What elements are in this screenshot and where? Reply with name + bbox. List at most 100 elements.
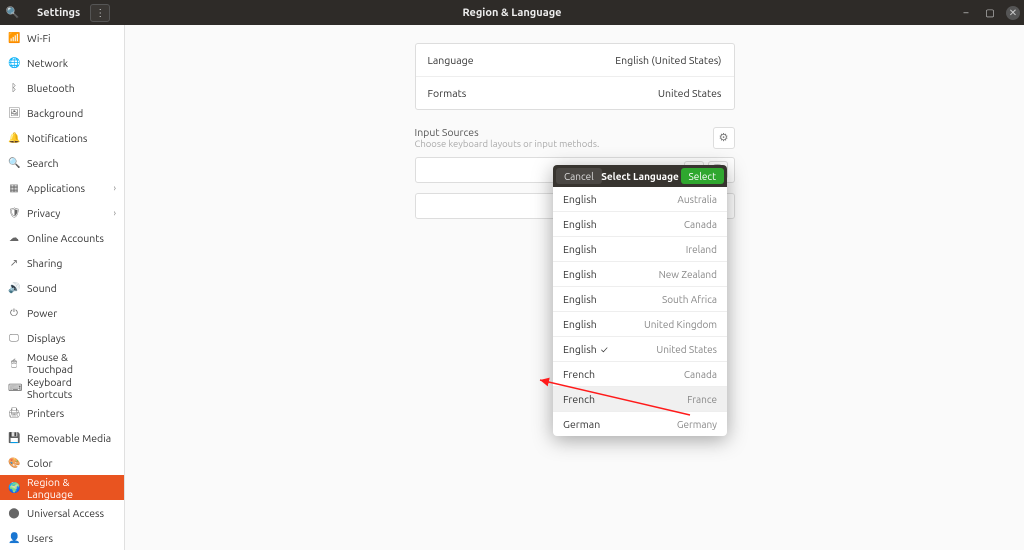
sidebar-item-label: Printers [27, 407, 64, 419]
sidebar-item-network[interactable]: 🌐 Network [0, 50, 124, 75]
app-title: Settings [37, 7, 80, 19]
language-row-french-canada[interactable]: French Canada [553, 362, 727, 387]
check-icon: ✓ [601, 344, 608, 355]
language-region: Germany [677, 419, 717, 430]
sidebar-item-applications[interactable]: ▦Applications› [0, 175, 124, 200]
sidebar-item-power[interactable]: ⏻Power [0, 300, 124, 325]
sidebar-item-notifications[interactable]: 🔔Notifications [0, 125, 124, 150]
language-region: Australia [677, 194, 717, 205]
sidebar-item-users[interactable]: 👤Users [0, 525, 124, 550]
sidebar-icon: 🌐 [8, 57, 20, 69]
sidebar-item-label: Color [27, 457, 52, 469]
sidebar-item-label: Mouse & Touchpad [27, 351, 116, 375]
sidebar-icon: 💾 [8, 432, 20, 444]
dialog-title: Select Language [553, 171, 727, 182]
language-row-english-united-kingdom[interactable]: English United Kingdom [553, 312, 727, 337]
close-button[interactable]: ✕ [1006, 6, 1020, 20]
sidebar-item-label: Removable Media [27, 432, 111, 444]
sidebar-item-label: Keyboard Shortcuts [27, 376, 116, 400]
language-name: English [563, 243, 597, 255]
sidebar-item-label: Network [27, 57, 68, 69]
sidebar-item-color[interactable]: 🎨 Color [0, 450, 124, 475]
sidebar-item-privacy[interactable]: 🛡Privacy› [0, 200, 124, 225]
language-name: French [563, 368, 595, 380]
search-icon[interactable]: 🔍 [0, 0, 25, 25]
sidebar-icon: 📶 [8, 32, 20, 44]
titlebar: 🔍 Settings ⋮ Region & Language – ▢ ✕ [0, 0, 1024, 25]
sidebar-icon: 🔍 [8, 157, 20, 169]
language-name: English [563, 268, 597, 280]
maximize-button[interactable]: ▢ [982, 7, 998, 19]
language-row-english-south-africa[interactable]: English South Africa [553, 287, 727, 312]
sidebar-item-search[interactable]: 🔍 Search [0, 150, 124, 175]
language-region: South Africa [662, 294, 717, 305]
sidebar-item-label: Online Accounts [27, 232, 104, 244]
sidebar-icon: 🖵 [8, 332, 20, 344]
language-row[interactable]: Language English (United States) [416, 44, 734, 77]
menu-button[interactable]: ⋮ [90, 4, 110, 22]
sidebar-item-label: Privacy [27, 207, 60, 219]
sidebar-item-sharing[interactable]: ↗Sharing [0, 250, 124, 275]
sidebar-item-label: Power [27, 307, 57, 319]
sidebar-icon: ↗ [8, 257, 20, 269]
formats-row[interactable]: Formats United States [416, 77, 734, 109]
sidebar-item-label: Search [27, 157, 59, 169]
sidebar-item-label: Region & Language [27, 476, 116, 500]
sidebar-item-removable-media[interactable]: 💾 Removable Media [0, 425, 124, 450]
language-name: English✓ [563, 343, 608, 355]
sidebar-icon: 🖨 [8, 407, 20, 419]
sidebar-item-label: Sound [27, 282, 57, 294]
sidebar-item-universal-access[interactable]: ⬤Universal Access [0, 500, 124, 525]
language-name: English [563, 193, 597, 205]
language-name: German [563, 418, 600, 430]
sidebar: 📶 Wi-Fi 🌐 Network ᛒ Bluetooth 🖼Background🔔Noti… [0, 25, 125, 550]
content: Language English (United States) Formats… [125, 25, 1024, 550]
language-name: English [563, 293, 597, 305]
sidebar-item-keyboard-shortcuts[interactable]: ⌨ Keyboard Shortcuts [0, 375, 124, 400]
sidebar-icon: ☁ [8, 232, 20, 244]
sidebar-item-mouse-touchpad[interactable]: 🖱 Mouse & Touchpad [0, 350, 124, 375]
sidebar-item-label: Wi-Fi [27, 32, 51, 44]
language-name: English [563, 318, 597, 330]
language-row-english-canada[interactable]: EnglishCanada [553, 212, 727, 237]
formats-value: United States [658, 87, 722, 99]
sidebar-item-region-language[interactable]: 🌍Region & Language [0, 475, 124, 500]
sidebar-item-label: Displays [27, 332, 65, 344]
sidebar-item-online-accounts[interactable]: ☁ Online Accounts [0, 225, 124, 250]
sidebar-item-displays[interactable]: 🖵 Displays [0, 325, 124, 350]
select-language-dialog: Cancel Select Language Select English Aus… [553, 165, 727, 436]
sidebar-item-wi-fi[interactable]: 📶 Wi-Fi [0, 25, 124, 50]
sidebar-item-label: Background [27, 107, 83, 119]
language-row-english-united-states[interactable]: English✓ United States [553, 337, 727, 362]
region-panel: Language English (United States) Formats… [415, 43, 735, 110]
sidebar-item-sound[interactable]: 🔊 Sound [0, 275, 124, 300]
language-row-english-ireland[interactable]: EnglishIreland [553, 237, 727, 262]
language-value: English (United States) [615, 54, 721, 66]
gear-icon[interactable]: ⚙ [713, 127, 735, 149]
sidebar-icon: ⌨ [8, 382, 20, 394]
minimize-button[interactable]: – [958, 7, 974, 18]
sidebar-icon: 🖱 [8, 357, 20, 369]
dialog-header: Cancel Select Language Select [553, 165, 727, 187]
sidebar-item-label: Bluetooth [27, 82, 75, 94]
sidebar-item-printers[interactable]: 🖨 Printers [0, 400, 124, 425]
language-region: New Zealand [659, 269, 717, 280]
language-region: United Kingdom [644, 319, 717, 330]
language-row-german-germany[interactable]: German Germany [553, 412, 727, 436]
language-region: United States [656, 344, 717, 355]
sidebar-item-bluetooth[interactable]: ᛒ Bluetooth [0, 75, 124, 100]
language-label: Language [428, 54, 474, 66]
language-row-english-australia[interactable]: English Australia [553, 187, 727, 212]
sidebar-icon: 🔊 [8, 282, 20, 294]
language-region: Canada [684, 369, 717, 380]
language-region: France [687, 394, 717, 405]
sidebar-icon: 🎨 [8, 457, 20, 469]
sidebar-icon: ᛒ [8, 82, 20, 93]
sidebar-item-background[interactable]: 🖼Background [0, 100, 124, 125]
chevron-right-icon: › [113, 208, 116, 218]
language-row-english-new-zealand[interactable]: English New Zealand [553, 262, 727, 287]
input-sources-hint: Choose keyboard layouts or input methods… [415, 138, 600, 149]
language-row-french-france[interactable]: FrenchFrance [553, 387, 727, 412]
sidebar-item-label: Notifications [27, 132, 88, 144]
language-name: English [563, 218, 597, 230]
